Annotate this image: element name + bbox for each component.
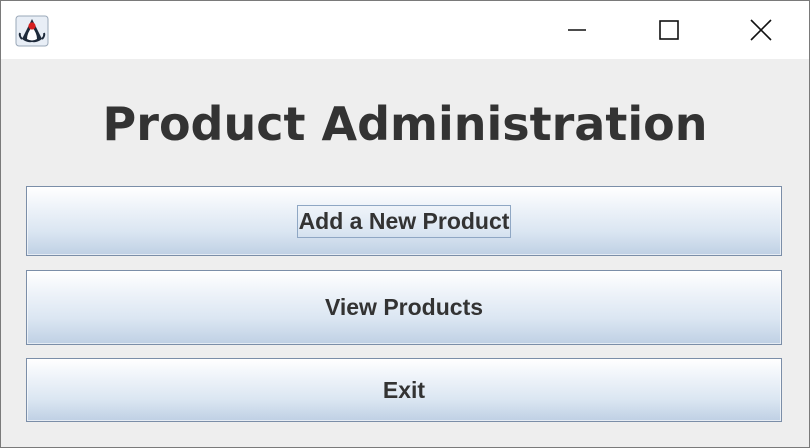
app-window: Product Administration Add a New Product… (0, 0, 810, 448)
java-duke-icon[interactable] (15, 15, 49, 47)
title-bar[interactable] (1, 1, 809, 59)
view-products-button-label: View Products (324, 294, 484, 320)
minimize-icon (568, 29, 586, 31)
maximize-icon (659, 20, 679, 40)
close-button[interactable] (715, 1, 807, 59)
add-product-button[interactable]: Add a New Product (26, 186, 782, 256)
maximize-button[interactable] (623, 1, 715, 59)
add-product-button-label: Add a New Product (296, 204, 512, 238)
view-products-button[interactable]: View Products (26, 270, 782, 345)
minimize-button[interactable] (531, 1, 623, 59)
close-icon (750, 19, 772, 41)
exit-button-label: Exit (382, 376, 426, 403)
exit-button[interactable]: Exit (26, 358, 782, 422)
page-title: Product Administration (102, 97, 708, 151)
content-panel: Product Administration Add a New Product… (1, 59, 809, 447)
